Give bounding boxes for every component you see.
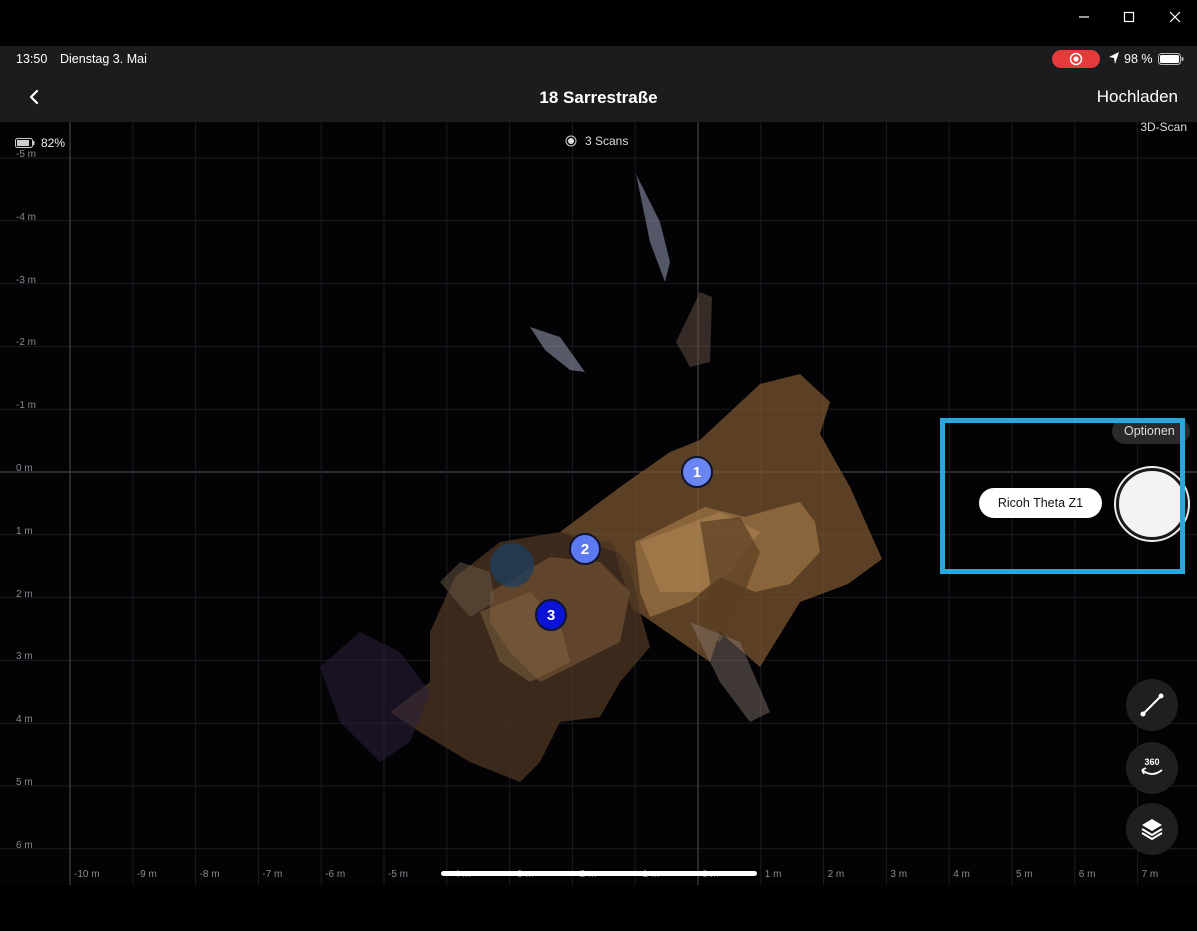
- y-axis-label: 5 m: [16, 777, 33, 788]
- close-icon: [1169, 11, 1181, 23]
- device-battery-icon: [15, 138, 35, 148]
- measure-button[interactable]: [1126, 679, 1178, 731]
- x-axis-label: -9 m: [136, 869, 157, 880]
- y-axis-label: -2 m: [16, 337, 36, 349]
- svg-text:360: 360: [1144, 757, 1159, 767]
- mode-label: 3D-Scan: [1140, 122, 1187, 134]
- battery-icon: [1158, 53, 1184, 65]
- minimize-button[interactable]: [1062, 6, 1106, 28]
- page-title: 18 Sarrestraße: [539, 88, 658, 107]
- device-battery: 82%: [15, 136, 65, 150]
- status-bar: 13:50 Dienstag 3. Mai 98 %: [0, 46, 1197, 72]
- bottom-bar: [0, 885, 1197, 931]
- capture-button[interactable]: [1116, 468, 1188, 540]
- y-axis-label: 2 m: [16, 588, 33, 600]
- scan-point-2[interactable]: 2: [569, 533, 601, 565]
- x-axis-label: -7 m: [262, 869, 283, 880]
- close-button[interactable]: [1153, 6, 1197, 28]
- screen-record-icon: [1069, 52, 1083, 66]
- scan-count: 3 Scans: [565, 134, 628, 148]
- chevron-left-icon: [29, 89, 39, 105]
- scan-dot-icon: [565, 135, 577, 147]
- x-axis-label: 4 m: [953, 869, 970, 880]
- status-date: Dienstag 3. Mai: [60, 52, 147, 66]
- x-axis-label: 6 m: [1078, 869, 1096, 880]
- y-axis-label: 4 m: [16, 714, 33, 726]
- x-axis-label: 5 m: [1016, 869, 1033, 880]
- layers-button[interactable]: [1126, 803, 1178, 855]
- options-button[interactable]: Optionen: [1112, 418, 1190, 444]
- y-axis-label: 0 m: [16, 463, 33, 474]
- scan-point-1[interactable]: 1: [681, 456, 713, 488]
- x-axis-label: -5 m: [388, 869, 408, 880]
- navigation-bar: 18 Sarrestraße Hochladen: [0, 72, 1197, 123]
- view-360-button[interactable]: 360: [1126, 742, 1178, 794]
- x-axis-label: 3 m: [890, 869, 908, 880]
- x-axis-label: -6 m: [325, 869, 346, 880]
- x-axis-label: 2 m: [827, 869, 845, 880]
- scan-map-view[interactable]: 82% 3 Scans 3D-Scan -5 m -4 m -3 m -2 m -1 m…: [0, 122, 1197, 885]
- y-axis-label: -1 m: [16, 400, 36, 412]
- point-cloud: [320, 174, 882, 782]
- maximize-button[interactable]: [1107, 6, 1151, 28]
- x-axis-label: 7 m: [1141, 869, 1159, 880]
- scan-point-3[interactable]: 3: [535, 599, 567, 631]
- status-time: 13:50: [16, 52, 48, 66]
- window-titlebar: [0, 0, 1197, 46]
- scan-count-label: 3 Scans: [585, 134, 629, 148]
- maximize-icon: [1123, 11, 1135, 23]
- battery-percent: 98 %: [1124, 52, 1153, 66]
- measure-line-icon: [1140, 693, 1164, 717]
- view-360-icon: 360: [1141, 757, 1163, 775]
- y-axis-label: 1 m: [16, 525, 33, 537]
- x-axis-label: 1 m: [764, 869, 782, 880]
- y-axis-label: 3 m: [16, 651, 33, 663]
- back-button[interactable]: [22, 84, 48, 110]
- layers-icon: [1141, 819, 1163, 841]
- minimize-icon: [1079, 16, 1089, 18]
- location-arrow-icon: [1109, 52, 1119, 64]
- upload-button[interactable]: Hochladen: [1097, 87, 1178, 107]
- device-battery-percent: 82%: [41, 136, 66, 150]
- x-axis-label: -10 m: [74, 869, 100, 880]
- screen-recording-indicator[interactable]: [1052, 50, 1100, 68]
- y-axis-label: -5 m: [16, 149, 36, 160]
- y-axis-label: -4 m: [16, 211, 36, 223]
- home-indicator: [441, 871, 757, 876]
- y-axis-label: -3 m: [16, 274, 36, 286]
- y-axis-label: 6 m: [16, 839, 33, 851]
- camera-selector[interactable]: Ricoh Theta Z1: [979, 488, 1102, 518]
- x-axis-label: -8 m: [199, 869, 220, 880]
